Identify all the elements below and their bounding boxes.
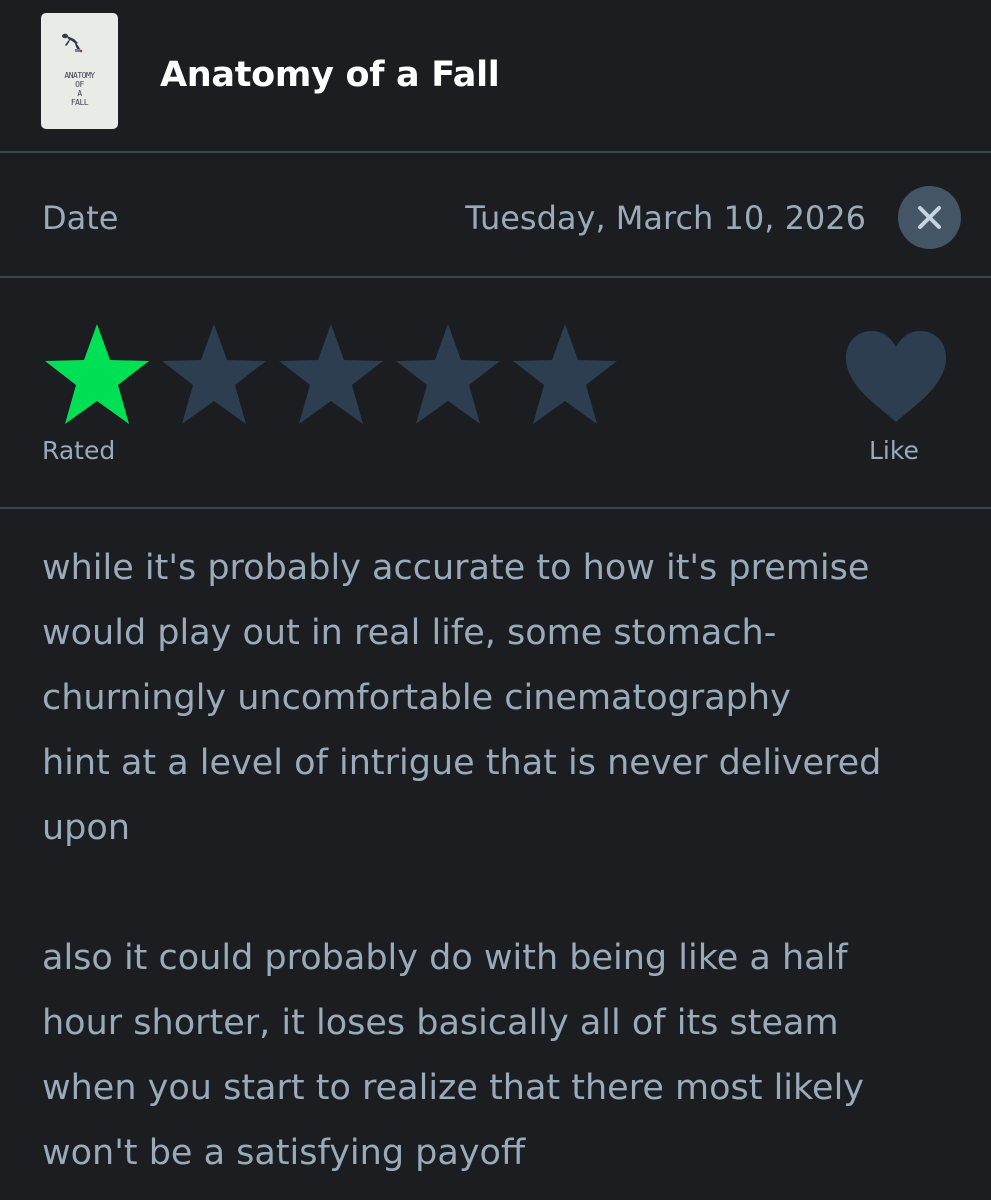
like-button[interactable]: [843, 330, 949, 424]
star-icon: [162, 324, 266, 424]
divider-top: [0, 151, 991, 153]
film-header: ANATOMY OF A FALL Anatomy of a Fall: [0, 0, 991, 150]
star-5[interactable]: [509, 322, 621, 428]
poster-figure-image: [62, 33, 83, 53]
review-editor: ANATOMY OF A FALL Anatomy of a Fall Date…: [0, 0, 991, 1200]
star-1[interactable]: [41, 322, 153, 428]
star-rating[interactable]: [41, 322, 641, 428]
date-value[interactable]: Tuesday, March 10, 2026: [465, 197, 866, 239]
star-icon: [279, 324, 383, 424]
review-paragraph-2: also it could probably do with being lik…: [42, 938, 865, 1173]
divider-rating: [0, 507, 991, 509]
heart-icon: [845, 331, 947, 422]
review-paragraph-1: while it's probably accurate to how it's…: [42, 548, 882, 848]
film-title: Anatomy of a Fall: [160, 55, 500, 95]
date-label: Date: [42, 199, 119, 237]
divider-date: [0, 276, 991, 278]
star-icon: [513, 324, 617, 424]
close-icon: [918, 206, 941, 229]
clear-date-button[interactable]: [898, 186, 961, 249]
star-3[interactable]: [275, 322, 387, 428]
rated-label: Rated: [42, 436, 116, 465]
star-icon: [45, 324, 149, 424]
review-text[interactable]: while it's probably accurate to how it's…: [42, 536, 962, 1186]
film-poster: ANATOMY OF A FALL: [41, 13, 118, 129]
like-label: Like: [869, 436, 919, 465]
star-2[interactable]: [158, 322, 270, 428]
star-icon: [396, 324, 500, 424]
star-4[interactable]: [392, 322, 504, 428]
poster-title-text: ANATOMY OF A FALL: [64, 71, 95, 107]
